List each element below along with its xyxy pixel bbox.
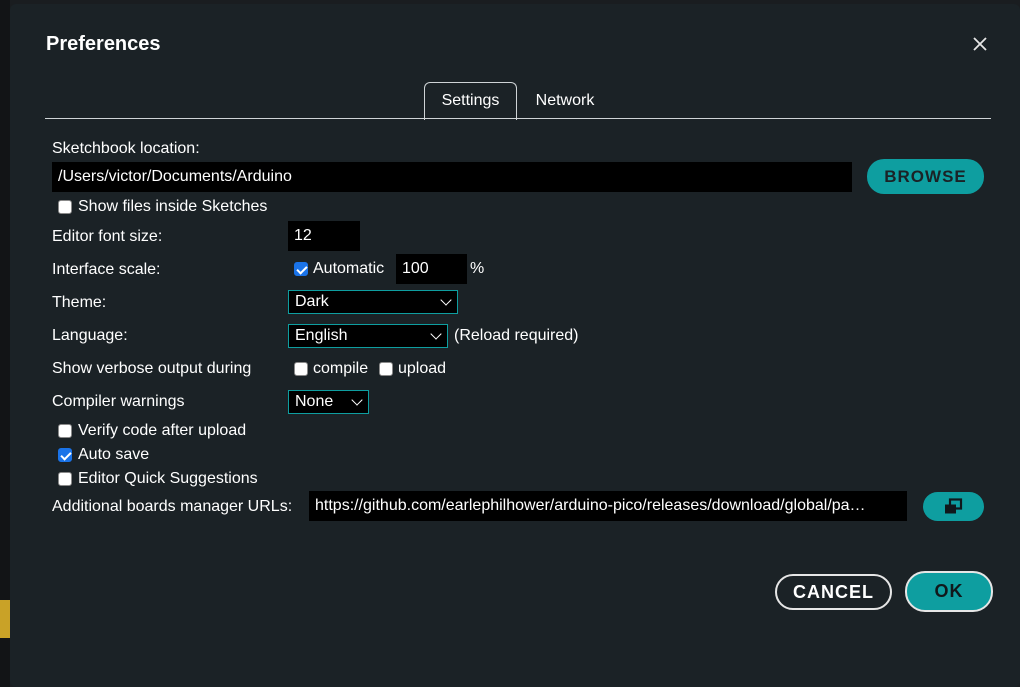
auto-save-label: Auto save bbox=[78, 446, 150, 463]
verify-after-upload-label: Verify code after upload bbox=[78, 422, 247, 439]
chevron-down-icon bbox=[430, 328, 442, 340]
show-files-label: Show files inside Sketches bbox=[78, 198, 268, 215]
ok-button[interactable]: OK bbox=[905, 571, 993, 612]
open-window-icon bbox=[944, 498, 962, 514]
theme-select[interactable]: Dark bbox=[288, 290, 458, 314]
language-select[interactable]: English bbox=[288, 324, 448, 348]
language-selected-value: English bbox=[295, 327, 348, 344]
language-reload-note: (Reload required) bbox=[454, 327, 579, 344]
tab-settings[interactable]: Settings bbox=[424, 82, 517, 120]
background-editor-edge bbox=[0, 0, 10, 687]
verbose-output-label: Show verbose output during bbox=[52, 360, 252, 377]
verify-after-upload-checkbox[interactable] bbox=[58, 424, 72, 438]
automatic-scale-checkbox[interactable] bbox=[294, 262, 308, 276]
verbose-compile-label: compile bbox=[313, 360, 369, 377]
close-icon[interactable] bbox=[968, 32, 992, 56]
background-status-marker bbox=[0, 600, 10, 638]
verbose-upload-label: upload bbox=[398, 360, 447, 377]
chevron-down-icon bbox=[351, 394, 363, 406]
editor-font-size-label: Editor font size: bbox=[52, 228, 163, 245]
dialog-title: Preferences bbox=[46, 33, 161, 55]
editor-font-size-input[interactable]: 12 bbox=[288, 221, 360, 251]
sketchbook-label: Sketchbook location: bbox=[52, 140, 200, 157]
theme-label: Theme: bbox=[52, 294, 107, 311]
chevron-down-icon bbox=[440, 294, 452, 306]
browse-button[interactable]: BROWSE bbox=[867, 159, 984, 194]
sketchbook-location-input[interactable]: /Users/victor/Documents/Arduino bbox=[52, 162, 852, 192]
boards-urls-label: Additional boards manager URLs: bbox=[52, 498, 293, 515]
verbose-compile-checkbox[interactable] bbox=[294, 362, 308, 376]
compiler-warnings-select[interactable]: None bbox=[288, 390, 369, 414]
cancel-button[interactable]: CANCEL bbox=[775, 574, 892, 610]
tab-network[interactable]: Network bbox=[526, 83, 604, 119]
automatic-scale-label: Automatic bbox=[313, 260, 385, 277]
quick-suggestions-label: Editor Quick Suggestions bbox=[78, 470, 258, 487]
preferences-dialog: Preferences Settings Network Sketchbook … bbox=[10, 4, 1020, 687]
quick-suggestions-checkbox[interactable] bbox=[58, 472, 72, 486]
auto-save-checkbox[interactable] bbox=[58, 448, 72, 462]
interface-scale-input[interactable]: 100 bbox=[396, 254, 467, 284]
interface-scale-label: Interface scale: bbox=[52, 261, 161, 278]
compiler-warnings-label: Compiler warnings bbox=[52, 393, 185, 410]
interface-scale-unit: % bbox=[470, 260, 485, 277]
show-files-checkbox[interactable] bbox=[58, 200, 72, 214]
tab-divider bbox=[45, 118, 991, 119]
theme-selected-value: Dark bbox=[295, 293, 329, 310]
language-label: Language: bbox=[52, 327, 128, 344]
compiler-warnings-selected-value: None bbox=[295, 393, 334, 410]
verbose-upload-checkbox[interactable] bbox=[379, 362, 393, 376]
open-urls-editor-button[interactable] bbox=[923, 492, 984, 521]
boards-urls-input[interactable]: https://github.com/earlephilhower/arduin… bbox=[309, 491, 907, 521]
